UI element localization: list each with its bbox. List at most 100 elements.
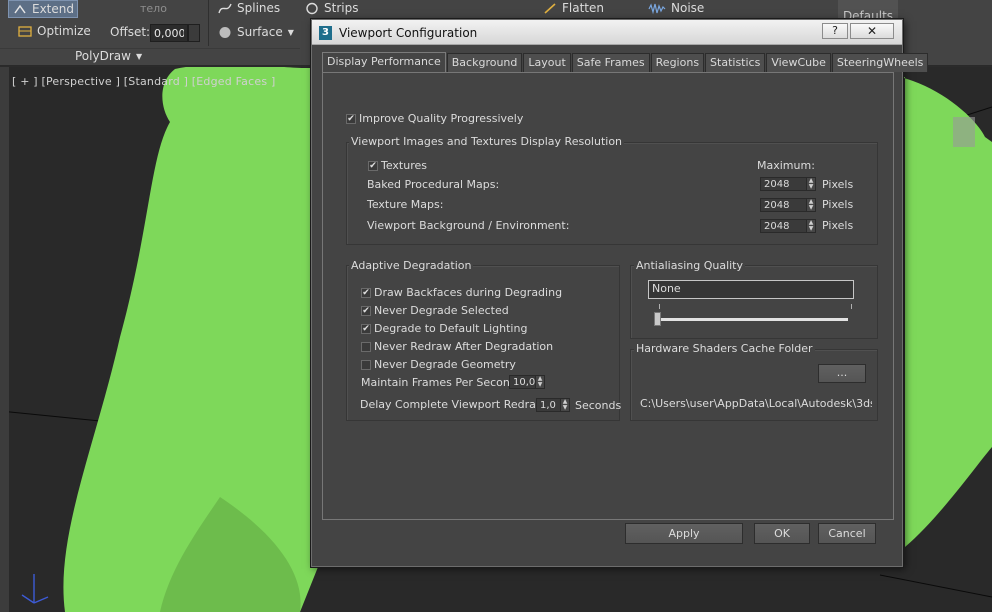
spinner-value: 10,0 [513, 376, 536, 388]
adaptive-degradation-title: Adaptive Degradation [349, 259, 474, 272]
viewport-background-label: Viewport Background / Environment: [367, 219, 570, 232]
antialiasing-slider-track[interactable] [658, 318, 848, 321]
texture-maps-label: Texture Maps: [367, 198, 444, 211]
surface-sphere-icon [218, 26, 232, 39]
antialiasing-slider-thumb[interactable] [654, 312, 661, 326]
never-degrade-geometry-label: Never Degrade Geometry [374, 358, 516, 371]
tab-safe-frames[interactable]: Safe Frames [571, 53, 650, 72]
extend-icon [13, 3, 27, 16]
viewport-background-spinner[interactable]: 2048 ▲ ▼ [760, 219, 816, 233]
tab-regions[interactable]: Regions [650, 53, 705, 72]
maintain-fps-label: Maintain Frames Per Second: [361, 376, 521, 389]
tab-viewcube[interactable]: ViewCube [766, 53, 831, 72]
antialiasing-group [630, 265, 878, 339]
flatten-label: Flatten [562, 1, 604, 15]
viewport-label[interactable]: [ + ] [Perspective ] [Standard ] [Edged … [12, 75, 275, 88]
pixels-unit: Pixels [822, 219, 854, 232]
textures-checkbox[interactable]: ✔ Textures [368, 159, 427, 172]
ribbon-divider [208, 0, 209, 46]
spinner-value: 2048 [764, 220, 790, 232]
ok-button[interactable]: OK [754, 523, 810, 544]
spinner-value: 2048 [764, 178, 790, 190]
checkbox-box: ✔ [361, 305, 371, 316]
optimize-label: Optimize [37, 24, 91, 38]
spinner-arrows-icon[interactable]: ▲ ▼ [806, 199, 815, 211]
improve-quality-checkbox[interactable]: ✔ Improve Quality Progressively [346, 112, 523, 125]
noise-button[interactable]: Noise [648, 1, 704, 15]
degrade-default-lighting-label: Degrade to Default Lighting [374, 322, 528, 335]
green-mesh-object [63, 67, 318, 612]
tab-steeringwheels[interactable]: SteeringWheels [831, 53, 929, 72]
seconds-unit: Seconds [575, 399, 622, 412]
display-performance-panel: ✔ Improve Quality Progressively Viewport… [322, 72, 894, 520]
spinner-arrows-icon[interactable]: ▲ ▼ [806, 220, 815, 232]
maximum-label: Maximum: [757, 159, 815, 172]
antialiasing-value-field[interactable]: None [648, 280, 854, 299]
polydraw-panel-bar [0, 48, 300, 65]
noise-label: Noise [671, 1, 705, 15]
extend-button[interactable]: Extend [8, 0, 78, 18]
offset-input[interactable] [150, 24, 188, 42]
slider-tick [851, 304, 852, 309]
spinner-value: 1,0 [540, 399, 556, 411]
help-button[interactable]: ? [822, 23, 848, 39]
slider-tick [659, 304, 660, 309]
spinner-value: 2048 [764, 199, 790, 211]
checkbox-box: ✔ [346, 113, 356, 124]
degrade-default-lighting-checkbox[interactable]: ✔ Degrade to Default Lighting [361, 322, 527, 335]
browse-folder-button[interactable]: ... [818, 364, 866, 383]
chevron-down-icon: ▼ [287, 27, 294, 37]
cancel-button[interactable]: Cancel [818, 523, 876, 544]
shader-cache-path: C:\Users\user\AppData\Local\Autodesk\3ds… [640, 397, 872, 410]
surface-dropdown[interactable]: Surface ▼ [218, 25, 294, 39]
pixels-unit: Pixels [822, 198, 854, 211]
resolution-group-title: Viewport Images and Textures Display Res… [349, 135, 625, 148]
checkbox-box [361, 359, 371, 370]
checkbox-box [361, 341, 371, 352]
draw-backfaces-label: Draw Backfaces during Degrading [374, 286, 563, 299]
tab-background[interactable]: Background [446, 53, 523, 72]
texture-maps-spinner[interactable]: 2048 ▲ ▼ [760, 198, 816, 212]
viewport-side-strip [0, 67, 9, 612]
checkbox-box: ✔ [361, 323, 371, 334]
green-mesh-object-right [900, 77, 992, 547]
close-button[interactable]: ✕ [850, 23, 894, 39]
tab-layout[interactable]: Layout [523, 53, 571, 72]
offset-spinner[interactable] [188, 24, 200, 42]
splines-icon [218, 2, 232, 15]
tab-display-performance[interactable]: Display Performance [322, 52, 446, 73]
shader-cache-group [630, 349, 878, 421]
never-degrade-selected-checkbox[interactable]: ✔ Never Degrade Selected [361, 304, 509, 317]
surface-label: Surface [237, 25, 283, 39]
delay-redraw-spinner[interactable]: 1,0 ▲ ▼ [536, 398, 570, 412]
polydraw-panel-dropdown[interactable]: PolyDraw ▼ [75, 49, 142, 63]
viewport-configuration-dialog: 3 Viewport Configuration ? ✕ Display Per… [311, 19, 929, 567]
never-redraw-label: Never Redraw After Degradation [374, 340, 554, 353]
extend-label: Extend [32, 2, 74, 16]
chevron-down-icon: ▼ [135, 51, 143, 61]
spinner-arrows-icon[interactable]: ▲ ▼ [560, 399, 569, 411]
spinner-arrows-icon[interactable]: ▲ ▼ [806, 178, 815, 190]
never-redraw-checkbox[interactable]: Never Redraw After Degradation [361, 340, 553, 353]
shader-cache-title: Hardware Shaders Cache Folder [634, 342, 815, 355]
textures-label: Textures [381, 159, 427, 172]
tab-strip: Display Performance Background Layout Sa… [322, 52, 929, 73]
tab-statistics[interactable]: Statistics [705, 53, 766, 72]
maintain-fps-spinner[interactable]: 10,0 ▲ ▼ [509, 375, 545, 389]
object-name-label: тело [140, 2, 167, 15]
flatten-icon [543, 2, 557, 15]
flatten-button[interactable]: Flatten [543, 1, 604, 15]
baked-procedural-maps-spinner[interactable]: 2048 ▲ ▼ [760, 177, 816, 191]
dialog-titlebar[interactable]: 3 Viewport Configuration ? ✕ [312, 20, 902, 45]
never-degrade-geometry-checkbox[interactable]: Never Degrade Geometry [361, 358, 516, 371]
polydraw-label: PolyDraw [75, 49, 131, 63]
strips-label: Strips [324, 1, 359, 15]
apply-button[interactable]: Apply [625, 523, 743, 544]
spinner-arrows-icon[interactable]: ▲ ▼ [535, 376, 544, 388]
splines-label: Splines [237, 1, 281, 15]
3dsmax-app-icon: 3 [319, 26, 332, 40]
splines-button[interactable]: Splines [218, 1, 280, 15]
optimize-button[interactable]: Optimize [18, 24, 91, 38]
draw-backfaces-checkbox[interactable]: ✔ Draw Backfaces during Degrading [361, 286, 562, 299]
strips-button[interactable]: Strips [305, 1, 358, 15]
